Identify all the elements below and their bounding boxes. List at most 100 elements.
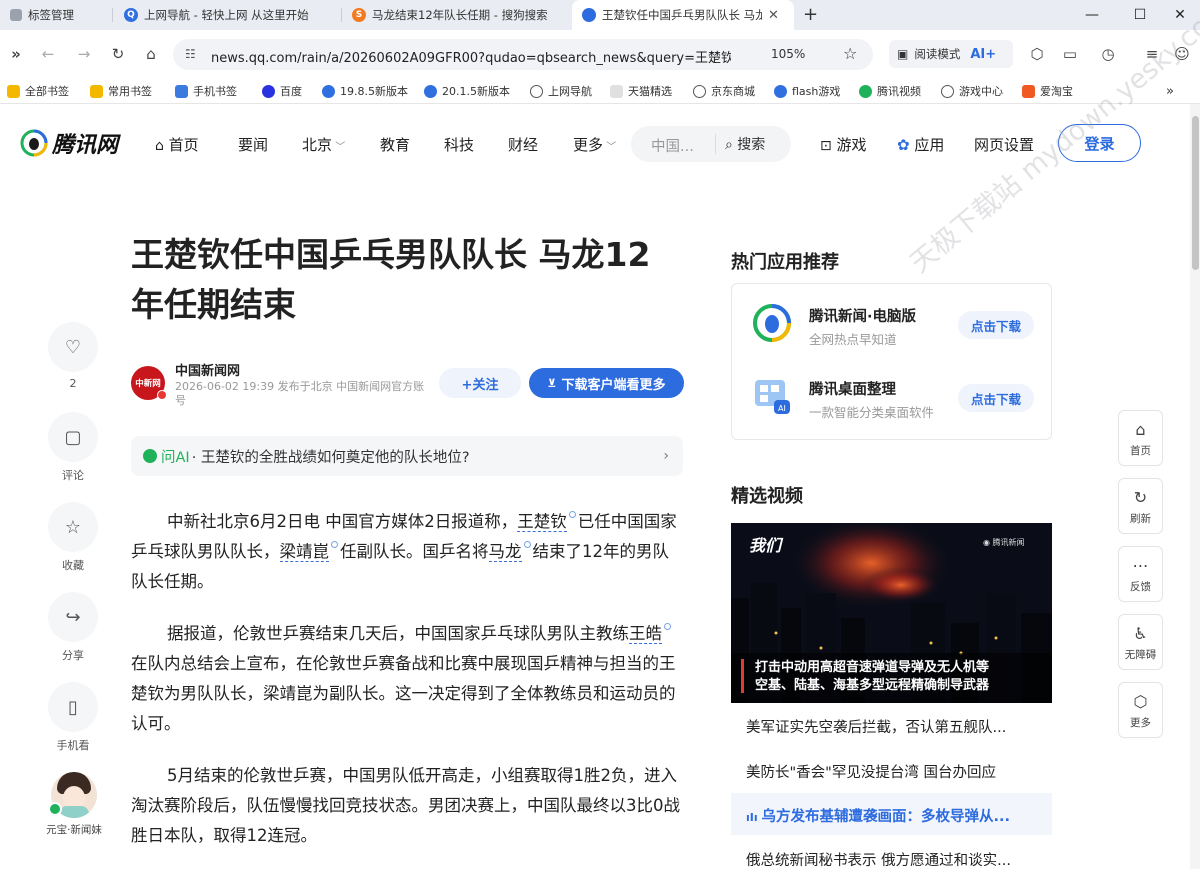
video-list-item[interactable]: 俄总统新闻秘书表示 俄方愿通过和谈实... xyxy=(746,849,1046,870)
tab-navigation[interactable]: Q 上网导航 - 轻快上网 从这里开始 xyxy=(124,0,329,30)
close-window-icon[interactable]: ✕ xyxy=(1160,0,1200,30)
ai-plus-button[interactable]: AI+ xyxy=(970,47,996,62)
bookmark-nav[interactable]: 上网导航 xyxy=(530,82,592,100)
reload-icon[interactable]: ↻ xyxy=(106,42,130,66)
nav-education[interactable]: 教育 xyxy=(380,134,410,155)
zoom-level[interactable]: 105% xyxy=(771,47,805,61)
tab-current-article[interactable]: 王楚钦任中国乒乓男队队长 马龙 ✕ xyxy=(572,0,794,30)
entity-link[interactable]: 梁靖崑 xyxy=(279,542,329,562)
history-icon[interactable]: ◷ xyxy=(1096,42,1120,66)
site-info-icon[interactable]: ☷ xyxy=(185,47,196,61)
nav-tech[interactable]: 科技 xyxy=(444,134,474,155)
tab-sogou-search[interactable]: S 马龙结束12年队长任期 - 搜狗搜索 xyxy=(352,0,562,30)
ask-ai-bar[interactable]: 问AI · 王楚钦的全胜战绩如何奠定他的队长地位? › xyxy=(131,436,683,476)
read-mode-button[interactable]: ▣ 阅读模式 AI+ xyxy=(889,40,1013,68)
video-list-label: 乌方发布基辅遭袭画面：多枚导弹从... xyxy=(761,809,1010,825)
bookmark-tencent-video[interactable]: 腾讯视频 xyxy=(859,82,921,100)
bookmark-baidu[interactable]: 百度 xyxy=(262,82,302,100)
nav-page-settings[interactable]: 网页设置 xyxy=(974,134,1034,155)
tab-bookmark-manager[interactable]: 标签管理 xyxy=(10,0,110,30)
nav-home[interactable]: ⌂ 首页 xyxy=(155,134,199,155)
tab-label: 上网导航 - 轻快上网 从这里开始 xyxy=(144,8,309,22)
tab-bar: 标签管理 Q 上网导航 - 轻快上网 从这里开始 S 马龙结束12年队长任期 -… xyxy=(0,0,1200,30)
more-bookmarks-icon[interactable]: » xyxy=(1166,82,1174,100)
bookmark-v2015[interactable]: 20.1.5新版本 xyxy=(424,82,510,100)
video-list-item[interactable]: 美军证实先空袭后拦截，否认第五舰队... xyxy=(746,716,1046,737)
bookmark-flash[interactable]: flash游戏 xyxy=(774,82,840,100)
bookmark-common[interactable]: 常用书签 xyxy=(90,82,152,100)
nav-games[interactable]: ⊡ 游戏 xyxy=(820,134,867,155)
ask-ai-label: 问AI xyxy=(161,449,190,466)
article-paragraph: 5月结束的伦敦世乒赛，中国男队低开高走，小组赛取得1胜2负，进入淘汰赛阶段后，队… xyxy=(131,766,680,845)
back-icon[interactable]: ← xyxy=(36,42,60,66)
bookmark-games[interactable]: 游戏中心 xyxy=(941,82,1003,100)
mobile-view-button[interactable]: ▯ 手机看 xyxy=(48,682,98,753)
close-tab-icon[interactable]: ✕ xyxy=(768,8,779,23)
video-thumbnail[interactable]: 我们 ◉ 腾讯新闻 打击中动用高超音速弹道导弹及无人机等 空基、陆基、海基多型远… xyxy=(731,523,1052,703)
tencent-logo[interactable]: 腾讯网 xyxy=(20,127,118,159)
baidu-icon xyxy=(262,84,275,98)
nav-label: 游戏 xyxy=(836,136,867,154)
entity-link[interactable]: 马龙 xyxy=(488,542,522,562)
entity-link[interactable]: 王皓 xyxy=(629,624,662,644)
tab-label: 马龙结束12年队长任期 - 搜狗搜索 xyxy=(372,8,548,22)
login-button[interactable]: 登录 xyxy=(1058,124,1141,162)
tencent-logo-icon xyxy=(20,129,48,157)
extensions-icon[interactable]: ⬡ xyxy=(1025,42,1049,66)
app-desc: 全网热点早知道 xyxy=(809,332,897,347)
bookmark-v1985[interactable]: 19.8.5新版本 xyxy=(322,82,408,100)
bookmark-tmall[interactable]: 天猫精选 xyxy=(610,82,672,100)
home-icon: ⌂ xyxy=(155,138,164,154)
yuanbao-assistant[interactable]: 元宝·新闻妹 xyxy=(38,772,110,837)
minimize-icon[interactable]: — xyxy=(1072,0,1112,30)
bookmarks-bar: 全部书签 常用书签 手机书签 百度 19.8.5新版本 20.1.5新版本 上网… xyxy=(0,78,1200,104)
comment-label: 评论 xyxy=(62,469,84,482)
mobile-view-label: 手机看 xyxy=(56,739,90,752)
bookmark-jd[interactable]: 京东商城 xyxy=(693,82,755,100)
follow-button[interactable]: +关注 xyxy=(439,368,521,398)
app-download-button[interactable]: 点击下载 xyxy=(958,311,1034,339)
nav-news[interactable]: 要闻 xyxy=(238,134,268,155)
like-button[interactable]: ♡ 2 xyxy=(48,322,98,390)
float-accessibility-button[interactable]: ♿ 无障碍 xyxy=(1118,614,1163,670)
bookmark-all[interactable]: 全部书签 xyxy=(7,82,69,100)
nav-beijing[interactable]: 北京 ﹀ xyxy=(302,134,345,155)
app-download-button[interactable]: 点击下载 xyxy=(958,384,1034,412)
float-feedback-button[interactable]: ⋯ 反馈 xyxy=(1118,546,1163,602)
tencent-news-app-icon xyxy=(753,304,791,342)
nav-finance[interactable]: 财经 xyxy=(508,134,538,155)
video-list-item-active[interactable]: ıIı 乌方发布基辅遭袭画面：多枚导弹从... xyxy=(746,805,1046,826)
bookmark-star-icon[interactable]: ☆ xyxy=(843,44,857,63)
menu-icon[interactable]: ≡ xyxy=(1140,42,1164,66)
comment-button[interactable]: ▢ 评论 xyxy=(48,412,98,483)
float-more-button[interactable]: ⬡ 更多 xyxy=(1118,682,1163,738)
maximize-icon[interactable]: ☐ xyxy=(1120,0,1160,30)
avatar-icon[interactable]: ☺ xyxy=(1170,42,1194,66)
video-list-item[interactable]: 美防长"香会"罕见没提台湾 国台办回应 xyxy=(746,761,1046,782)
app-item[interactable]: AI 腾讯桌面整理 一款智能分类桌面软件 点击下载 xyxy=(750,374,1040,424)
app-item[interactable]: 腾讯新闻·电脑版 全网热点早知道 点击下载 xyxy=(750,301,1040,351)
nav-apps[interactable]: ✿ 应用 xyxy=(897,134,944,155)
forward-icon[interactable]: → xyxy=(72,42,96,66)
nav-more[interactable]: 更多 ﹀ xyxy=(573,134,616,155)
favorite-button[interactable]: ☆ 收藏 xyxy=(48,502,98,573)
sidebar-toggle-icon[interactable]: » xyxy=(4,42,28,66)
float-refresh-button[interactable]: ↻ 刷新 xyxy=(1118,478,1163,534)
address-bar[interactable]: ☷ news.qq.com/rain/a/20260602A09GFR00?qu… xyxy=(173,39,873,70)
float-home-button[interactable]: ⌂ 首页 xyxy=(1118,410,1163,466)
search-button[interactable]: ⌕ 搜索 xyxy=(725,134,765,154)
bookmark-mobile[interactable]: 手机书签 xyxy=(175,82,237,100)
folder-icon[interactable]: ▭ xyxy=(1058,42,1082,66)
author-name[interactable]: 中国新闻网 xyxy=(175,360,240,379)
hot-apps-card: 腾讯新闻·电脑版 全网热点早知道 点击下载 AI 腾讯桌面整理 一款智能分类桌面… xyxy=(731,283,1052,440)
new-tab-button[interactable]: + xyxy=(803,4,818,25)
scrollbar-thumb[interactable] xyxy=(1192,116,1199,270)
share-button[interactable]: ↪ 分享 xyxy=(48,592,98,663)
url-text[interactable]: news.qq.com/rain/a/20260602A09GFR00?quda… xyxy=(211,47,731,66)
home-icon[interactable]: ⌂ xyxy=(139,42,163,66)
search-input[interactable]: 中国... xyxy=(651,135,694,156)
entity-link[interactable]: 王楚钦 xyxy=(517,512,567,532)
bookmark-taobao[interactable]: 爱淘宝 xyxy=(1022,82,1073,100)
link-icon xyxy=(530,84,543,98)
download-client-button[interactable]: ⊻ 下载客户端看更多 xyxy=(529,368,684,398)
